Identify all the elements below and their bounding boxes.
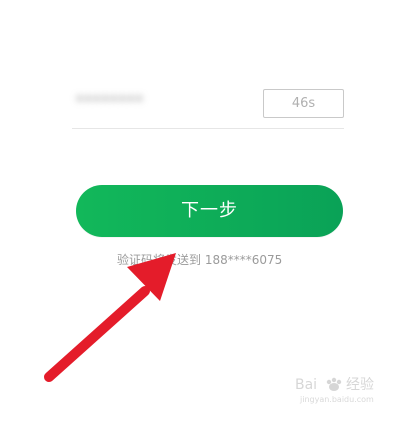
- svg-text:Bai: Bai: [295, 377, 317, 393]
- input-underline: [72, 128, 344, 129]
- red-arrow-shaft: [44, 286, 150, 382]
- svg-text:经验: 经验: [346, 377, 374, 393]
- baidu-logo-icon: Bai 经验: [295, 377, 374, 393]
- next-step-button[interactable]: 下一步: [76, 185, 343, 237]
- verification-sent-hint: 验证码将发送到 188****6075: [117, 253, 283, 267]
- baidu-jingyan-watermark: Bai 经验 jingyan.baidu.com: [295, 375, 381, 413]
- watermark-url: jingyan.baidu.com: [300, 395, 374, 404]
- countdown-button[interactable]: 46s: [263, 89, 344, 118]
- verification-code-field[interactable]: ********: [72, 86, 258, 128]
- verification-code-row: ******** 46s: [72, 86, 344, 129]
- verification-code-value: ********: [76, 92, 144, 110]
